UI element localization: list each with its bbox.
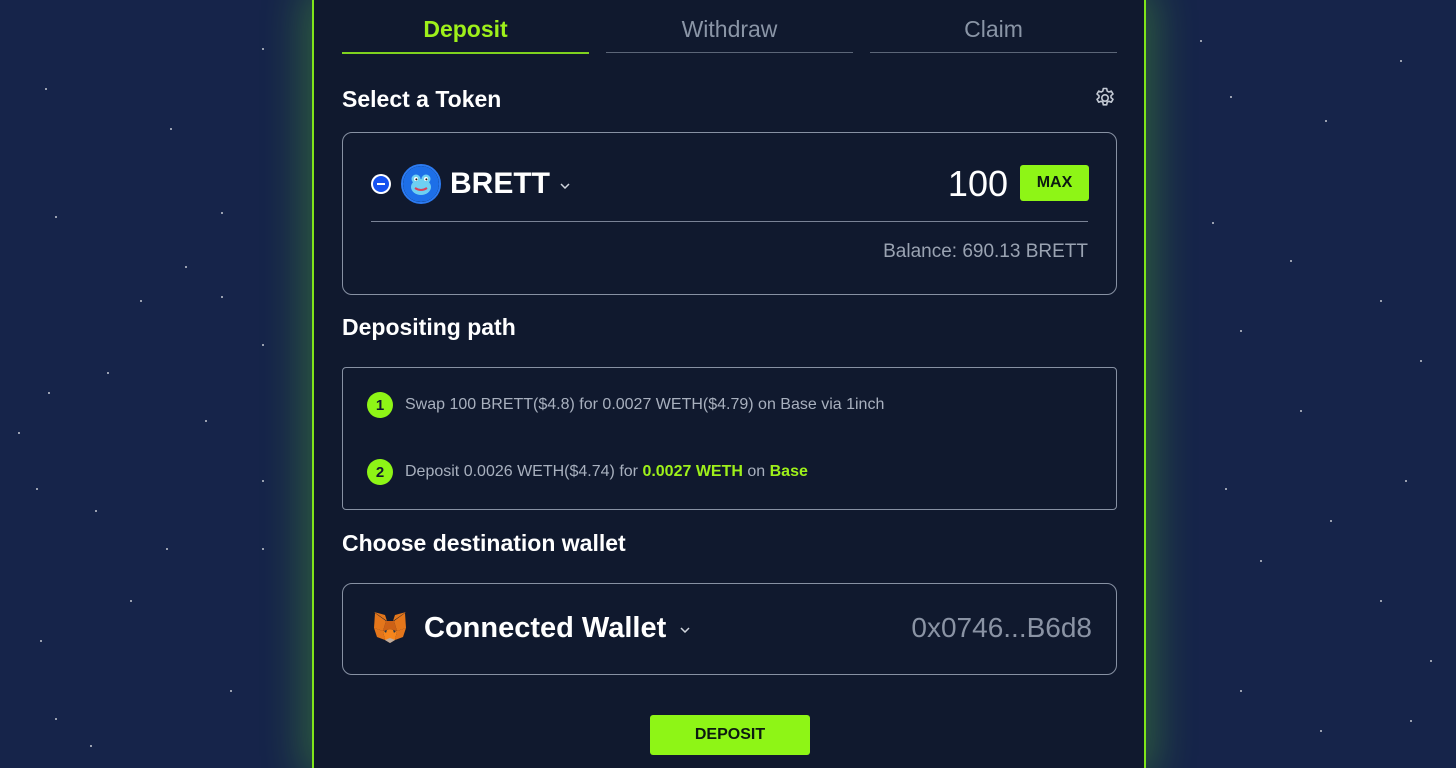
step-number-badge: 1: [367, 392, 393, 418]
star: [262, 48, 264, 50]
gear-icon[interactable]: [1093, 86, 1117, 110]
star: [1430, 660, 1432, 662]
tab-deposit[interactable]: Deposit: [342, 12, 589, 54]
chevron-down-icon: [560, 183, 570, 189]
token-symbol: BRETT: [450, 167, 550, 200]
star: [90, 745, 92, 747]
star: [48, 392, 50, 394]
step-text: Deposit 0.0026 WETH($4.74) for 0.0027 WE…: [405, 463, 808, 481]
star: [1240, 690, 1242, 692]
star: [1300, 410, 1302, 412]
star: [205, 420, 207, 422]
star: [262, 548, 264, 550]
star: [1330, 520, 1332, 522]
select-token-title: Select a Token: [342, 86, 502, 112]
star: [1380, 300, 1382, 302]
metamask-fox-icon: [374, 612, 406, 643]
path-step: 2 Deposit 0.0026 WETH($4.74) for 0.0027 …: [367, 459, 808, 485]
star: [221, 212, 223, 214]
wallet-label: Connected Wallet: [424, 611, 667, 644]
star: [170, 128, 172, 130]
star: [1405, 480, 1407, 482]
path-step: 1 Swap 100 BRETT($4.8) for 0.0027 WETH($…: [367, 392, 884, 418]
base-chain-icon: [371, 174, 391, 194]
step-text-prefix: Deposit 0.0026 WETH($4.74) for: [405, 463, 643, 480]
amount-input[interactable]: 100: [948, 163, 1008, 205]
wallet-address: 0x0746...B6d8: [911, 612, 1092, 643]
star: [1212, 222, 1214, 224]
star: [55, 216, 57, 218]
star: [107, 372, 109, 374]
token-input-card: BRETT 100 MAX Balance: 690.13 BRETT: [342, 132, 1117, 295]
star: [221, 296, 223, 298]
star: [1410, 720, 1412, 722]
depositing-path-card: 1 Swap 100 BRETT($4.8) for 0.0027 WETH($…: [342, 367, 1117, 510]
wallet-selector[interactable]: Connected Wallet: [371, 609, 690, 647]
depositing-path-title: Depositing path: [342, 314, 516, 340]
destination-wallet-title: Choose destination wallet: [342, 530, 626, 556]
step-text: Swap 100 BRETT($4.8) for 0.0027 WETH($4.…: [405, 396, 885, 413]
star: [1290, 260, 1292, 262]
star: [262, 480, 264, 482]
step-text-middle: on: [742, 463, 770, 480]
step-number-badge: 2: [367, 459, 393, 485]
star: [1200, 40, 1202, 42]
token-selector[interactable]: BRETT: [371, 162, 570, 206]
star: [45, 88, 47, 90]
star: [40, 640, 42, 642]
star: [1260, 560, 1262, 562]
chevron-down-icon: [680, 627, 690, 633]
star: [1225, 488, 1227, 490]
deposit-panel: Deposit Withdraw Claim Select a Token BR…: [312, 0, 1146, 768]
step-highlight-chain: Base: [769, 463, 808, 480]
star: [55, 718, 57, 720]
step-highlight-amount: 0.0027 WETH: [642, 463, 743, 480]
star: [262, 344, 264, 346]
star: [230, 690, 232, 692]
tab-claim[interactable]: Claim: [870, 12, 1117, 53]
star: [1230, 96, 1232, 98]
star: [1400, 60, 1402, 62]
star: [1380, 600, 1382, 602]
star: [130, 600, 132, 602]
divider: [371, 221, 1088, 222]
star: [1325, 120, 1327, 122]
deposit-button[interactable]: DEPOSIT: [650, 715, 810, 755]
star: [1320, 730, 1322, 732]
star: [185, 266, 187, 268]
brett-token-icon: [401, 164, 441, 204]
star: [140, 300, 142, 302]
star: [1420, 360, 1422, 362]
star: [1240, 330, 1242, 332]
token-balance: Balance: 690.13 BRETT: [883, 241, 1088, 262]
tab-withdraw[interactable]: Withdraw: [606, 12, 853, 53]
star: [18, 432, 20, 434]
max-button[interactable]: MAX: [1020, 165, 1089, 201]
tab-bar: Deposit Withdraw Claim: [342, 12, 1118, 54]
star: [95, 510, 97, 512]
star: [36, 488, 38, 490]
destination-wallet-card: Connected Wallet 0x0746...B6d8: [342, 583, 1117, 675]
star: [166, 548, 168, 550]
